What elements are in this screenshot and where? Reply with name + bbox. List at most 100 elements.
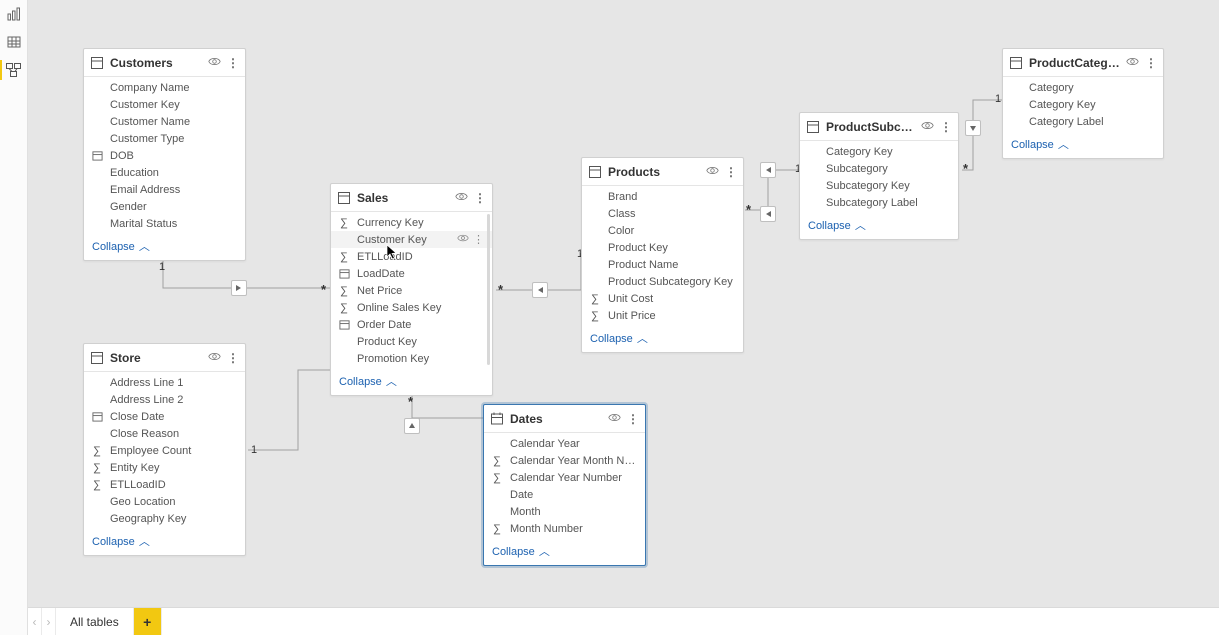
field[interactable]: ∑Calendar Year Month Number bbox=[484, 452, 645, 469]
field[interactable]: ∑Online Sales Key bbox=[331, 299, 492, 316]
field[interactable]: Close Reason bbox=[84, 425, 245, 442]
more-icon[interactable]: ⋮ bbox=[725, 165, 737, 179]
visibility-icon[interactable] bbox=[455, 190, 468, 206]
field[interactable]: Customer Key bbox=[84, 96, 245, 113]
table-productsubcategory[interactable]: ProductSubcategory ⋮ Category Key Subcat… bbox=[799, 112, 959, 240]
visibility-icon[interactable] bbox=[706, 164, 719, 180]
table-header[interactable]: Products ⋮ bbox=[582, 158, 743, 186]
visibility-icon[interactable] bbox=[1126, 55, 1139, 71]
field[interactable]: Color bbox=[582, 222, 743, 239]
field[interactable]: Subcategory Label bbox=[800, 194, 958, 211]
field[interactable]: Product Key bbox=[582, 239, 743, 256]
field[interactable]: Gender bbox=[84, 198, 245, 215]
field[interactable]: Calendar Year bbox=[484, 435, 645, 452]
field[interactable]: ∑Unit Price bbox=[582, 307, 743, 324]
field[interactable]: Education bbox=[84, 164, 245, 181]
table-header[interactable]: Sales ⋮ bbox=[331, 184, 492, 212]
visibility-icon[interactable] bbox=[608, 411, 621, 427]
table-sales[interactable]: Sales ⋮ ∑Currency Key Customer Key ⋮ ∑ET… bbox=[330, 183, 493, 396]
field[interactable]: Marital Status bbox=[84, 215, 245, 232]
tab-all-tables[interactable]: All tables bbox=[56, 608, 134, 635]
visibility-icon[interactable] bbox=[921, 119, 934, 135]
more-icon[interactable]: ⋮ bbox=[627, 412, 639, 426]
tab-next[interactable]: › bbox=[42, 608, 56, 635]
more-icon[interactable]: ⋮ bbox=[473, 233, 484, 246]
collapse-link[interactable]: Collapse︿ bbox=[84, 234, 245, 260]
field[interactable]: Product Subcategory Key bbox=[582, 273, 743, 290]
table-header[interactable]: ProductCategory ⋮ bbox=[1003, 49, 1163, 77]
visibility-icon[interactable] bbox=[208, 350, 221, 366]
field[interactable]: Customer Type bbox=[84, 130, 245, 147]
field[interactable]: Subcategory bbox=[800, 160, 958, 177]
visibility-icon[interactable] bbox=[208, 55, 221, 71]
tab-add[interactable]: + bbox=[134, 608, 162, 635]
field[interactable]: Month bbox=[484, 503, 645, 520]
field[interactable]: ∑Employee Count bbox=[84, 442, 245, 459]
relationship-filter-box[interactable] bbox=[760, 206, 776, 222]
collapse-link[interactable]: Collapse︿ bbox=[84, 529, 245, 555]
relationship-filter-box[interactable] bbox=[532, 282, 548, 298]
field[interactable]: Order Date bbox=[331, 316, 492, 333]
more-icon[interactable]: ⋮ bbox=[1145, 56, 1157, 70]
field[interactable]: DOB bbox=[84, 147, 245, 164]
field[interactable]: Geo Location bbox=[84, 493, 245, 510]
collapse-link[interactable]: Collapse︿ bbox=[484, 539, 645, 565]
table-products[interactable]: Products ⋮ Brand Class Color Product Key… bbox=[581, 157, 744, 353]
table-productcategory[interactable]: ProductCategory ⋮ Category Category Key … bbox=[1002, 48, 1164, 159]
field[interactable]: ∑Calendar Year Number bbox=[484, 469, 645, 486]
field[interactable]: Category Key bbox=[1003, 96, 1163, 113]
field[interactable]: Category Key bbox=[800, 143, 958, 160]
field[interactable]: Close Date bbox=[84, 408, 245, 425]
table-store[interactable]: Store ⋮ Address Line 1 Address Line 2 Cl… bbox=[83, 343, 246, 556]
table-header[interactable]: Dates ⋮ bbox=[484, 405, 645, 433]
visibility-icon[interactable] bbox=[457, 232, 469, 247]
field[interactable]: ∑ETLLoadID bbox=[331, 248, 492, 265]
more-icon[interactable]: ⋮ bbox=[940, 120, 952, 134]
more-icon[interactable]: ⋮ bbox=[227, 351, 239, 365]
field[interactable]: Category Label bbox=[1003, 113, 1163, 130]
relationship-filter-box[interactable] bbox=[760, 162, 776, 178]
collapse-link[interactable]: Collapse︿ bbox=[800, 213, 958, 239]
field[interactable]: Product Key bbox=[331, 333, 492, 350]
field[interactable]: Address Line 2 bbox=[84, 391, 245, 408]
table-header[interactable]: Store ⋮ bbox=[84, 344, 245, 372]
tab-prev[interactable]: ‹ bbox=[28, 608, 42, 635]
field[interactable]: Product Name bbox=[582, 256, 743, 273]
field[interactable]: ∑Month Number bbox=[484, 520, 645, 537]
field[interactable]: Address Line 1 bbox=[84, 374, 245, 391]
field[interactable]: Customer Name bbox=[84, 113, 245, 130]
field[interactable]: Subcategory Key bbox=[800, 177, 958, 194]
field[interactable]: Brand bbox=[582, 188, 743, 205]
field[interactable]: ∑Entity Key bbox=[84, 459, 245, 476]
field[interactable]: ∑ETLLoadID bbox=[84, 476, 245, 493]
more-icon[interactable]: ⋮ bbox=[227, 56, 239, 70]
field[interactable]: Class bbox=[582, 205, 743, 222]
collapse-link[interactable]: Collapse︿ bbox=[582, 326, 743, 352]
field[interactable]: Email Address bbox=[84, 181, 245, 198]
collapse-link[interactable]: Collapse︿ bbox=[1003, 132, 1163, 158]
field[interactable]: Category bbox=[1003, 79, 1163, 96]
field[interactable]: Date bbox=[484, 486, 645, 503]
table-header[interactable]: ProductSubcategory ⋮ bbox=[800, 113, 958, 141]
field[interactable]: Company Name bbox=[84, 79, 245, 96]
model-canvas[interactable]: 1 * 1 * * 1 * 1 * 1 Customers ⋮ Company … bbox=[28, 0, 1219, 607]
table-customers[interactable]: Customers ⋮ Company Name Customer Key Cu… bbox=[83, 48, 246, 261]
model-view-button[interactable] bbox=[2, 60, 26, 80]
relationship-filter-box[interactable] bbox=[965, 120, 981, 136]
data-view-button[interactable] bbox=[2, 32, 26, 52]
field[interactable]: ∑Unit Cost bbox=[582, 290, 743, 307]
relationship-filter-box[interactable] bbox=[231, 280, 247, 296]
field[interactable]: Promotion Key bbox=[331, 350, 492, 367]
scrollbar[interactable] bbox=[487, 214, 490, 365]
field[interactable]: LoadDate bbox=[331, 265, 492, 282]
field[interactable]: Customer Key ⋮ bbox=[331, 231, 492, 248]
report-view-button[interactable] bbox=[2, 4, 26, 24]
table-header[interactable]: Customers ⋮ bbox=[84, 49, 245, 77]
table-dates[interactable]: Dates ⋮ Calendar Year ∑Calendar Year Mon… bbox=[483, 404, 646, 566]
field[interactable]: Geography Key bbox=[84, 510, 245, 527]
collapse-link[interactable]: Collapse︿ bbox=[331, 369, 492, 395]
field[interactable]: ∑Net Price bbox=[331, 282, 492, 299]
more-icon[interactable]: ⋮ bbox=[474, 191, 486, 205]
relationship-filter-box[interactable] bbox=[404, 418, 420, 434]
field[interactable]: ∑Currency Key bbox=[331, 214, 492, 231]
